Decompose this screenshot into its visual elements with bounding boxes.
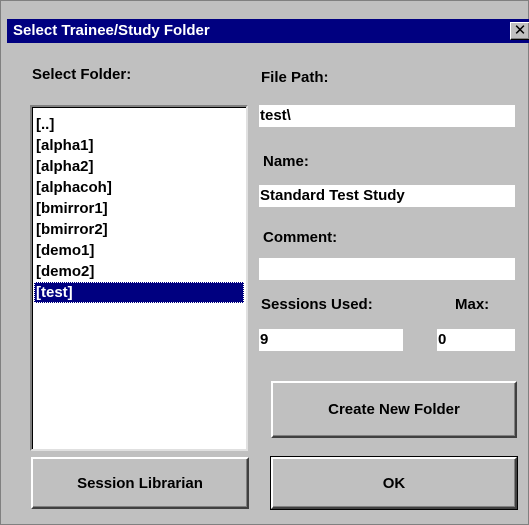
folder-item-alphacoh[interactable]: [alphacoh] [34, 177, 244, 198]
close-button[interactable]: ✕ [510, 22, 529, 40]
folder-item-alpha2[interactable]: [alpha2] [34, 156, 244, 177]
ok-button[interactable]: OK [270, 456, 518, 510]
folder-item-bmirror2[interactable]: [bmirror2] [34, 219, 244, 240]
folder-item-demo2[interactable]: [demo2] [34, 261, 244, 282]
file-path-field: test\ [259, 105, 515, 127]
select-folder-label: Select Folder: [32, 66, 132, 83]
create-new-folder-button[interactable]: Create New Folder [271, 381, 517, 438]
comment-label: Comment: [263, 229, 338, 246]
name-field: Standard Test Study [259, 185, 515, 207]
folder-item-bmirror1[interactable]: [bmirror1] [34, 198, 244, 219]
comment-field [259, 258, 515, 280]
title-bar[interactable]: Select Trainee/Study Folder ✕ [7, 19, 529, 43]
folder-item-alpha1[interactable]: [alpha1] [34, 135, 244, 156]
folder-item-test[interactable]: [test] [34, 282, 244, 303]
folder-listbox[interactable]: [..] [alpha1] [alpha2] [alphacoh] [bmirr… [30, 105, 248, 451]
max-label: Max: [455, 296, 490, 313]
session-librarian-button[interactable]: Session Librarian [31, 457, 249, 509]
max-field: 0 [437, 329, 515, 351]
folder-item-demo1[interactable]: [demo1] [34, 240, 244, 261]
name-label: Name: [263, 153, 309, 170]
sessions-used-field: 9 [259, 329, 403, 351]
file-path-label: File Path: [261, 69, 329, 86]
close-icon: ✕ [513, 22, 527, 39]
select-folder-dialog: Select Trainee/Study Folder ✕ Select Fol… [0, 0, 529, 525]
folder-item-parent[interactable]: [..] [34, 114, 244, 135]
sessions-used-label: Sessions Used: [261, 296, 373, 313]
window-title: Select Trainee/Study Folder [13, 22, 210, 39]
